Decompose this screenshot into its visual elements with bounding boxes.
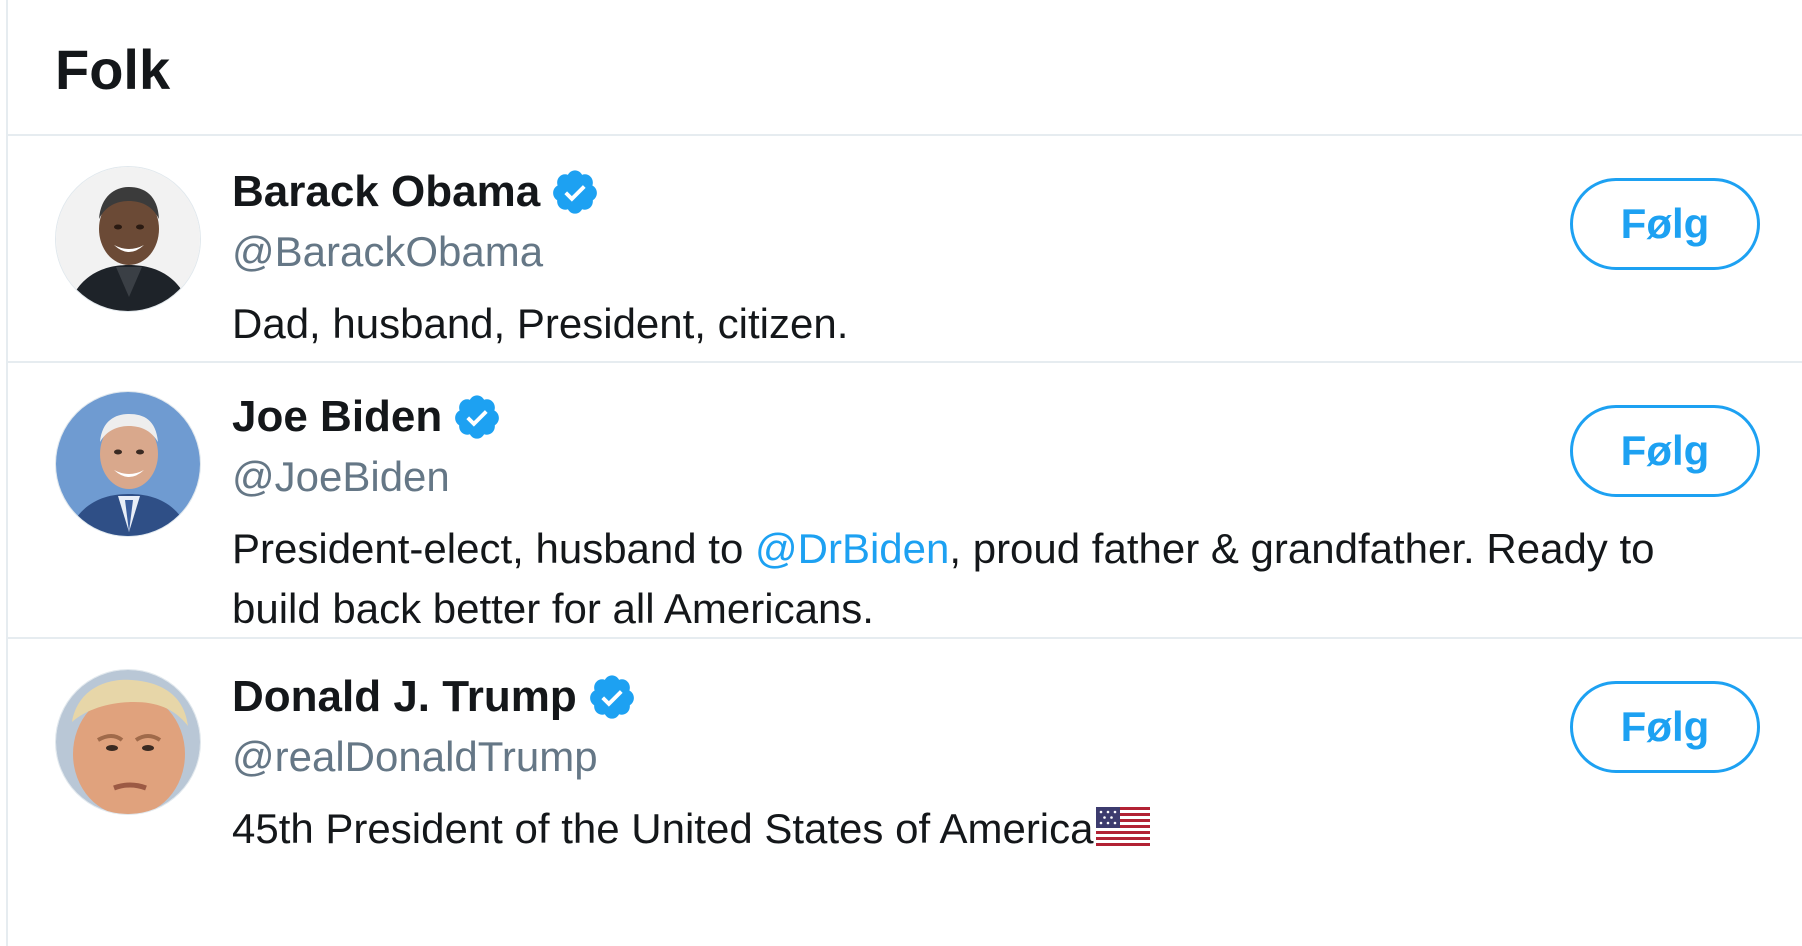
user-info: Barack Obama @BarackObama Dad, husband, … — [232, 164, 1754, 354]
user-bio: Dad, husband, President, citizen. — [232, 300, 849, 347]
follow-button[interactable]: Følg — [1570, 405, 1760, 497]
verified-badge-icon — [455, 395, 500, 439]
user-row-trump[interactable]: Donald J. Trump @realDonaldTrump 45th Pr… — [8, 639, 1802, 879]
us-flag-icon — [1095, 807, 1150, 847]
user-name[interactable]: Joe Biden — [232, 389, 442, 445]
user-handle[interactable]: @realDonaldTrump — [232, 729, 1754, 785]
user-row-biden[interactable]: Joe Biden @JoeBiden President-elect, hus… — [8, 363, 1802, 639]
panel-header: Folk — [8, 0, 1802, 136]
follow-button[interactable]: Følg — [1570, 681, 1760, 773]
verified-badge-icon — [589, 675, 634, 719]
user-info: Donald J. Trump @realDonaldTrump 45th Pr… — [232, 669, 1754, 859]
avatar-image — [56, 167, 200, 311]
user-handle[interactable]: @BarackObama — [232, 224, 1754, 280]
avatar-image — [56, 670, 200, 814]
mention-link[interactable]: @DrBiden — [755, 525, 949, 572]
user-bio: 45th President of the United States of A… — [232, 799, 1754, 859]
avatar[interactable] — [55, 166, 201, 312]
user-row-obama[interactable]: Barack Obama @BarackObama Dad, husband, … — [8, 136, 1802, 363]
user-bio: President-elect, husband to @DrBiden, pr… — [232, 519, 1754, 639]
verified-badge-icon — [553, 170, 598, 214]
avatar[interactable] — [55, 669, 201, 815]
follow-button[interactable]: Følg — [1570, 178, 1760, 270]
panel-title: Folk — [55, 38, 171, 101]
avatar-image — [56, 392, 200, 536]
bio-text: President-elect, husband to — [232, 525, 755, 572]
avatar[interactable] — [55, 391, 201, 537]
user-name[interactable]: Donald J. Trump — [232, 669, 577, 725]
user-name[interactable]: Barack Obama — [232, 164, 540, 220]
name-line: Joe Biden — [232, 389, 1754, 445]
name-line: Donald J. Trump — [232, 669, 1754, 725]
name-line: Barack Obama — [232, 164, 1754, 220]
bio-text: 45th President of the United States of A… — [232, 805, 1094, 852]
user-handle[interactable]: @JoeBiden — [232, 449, 1754, 505]
who-to-follow-panel: Folk Barack Obama @BarackObama Dad, husb… — [6, 0, 1802, 946]
user-info: Joe Biden @JoeBiden President-elect, hus… — [232, 389, 1754, 639]
